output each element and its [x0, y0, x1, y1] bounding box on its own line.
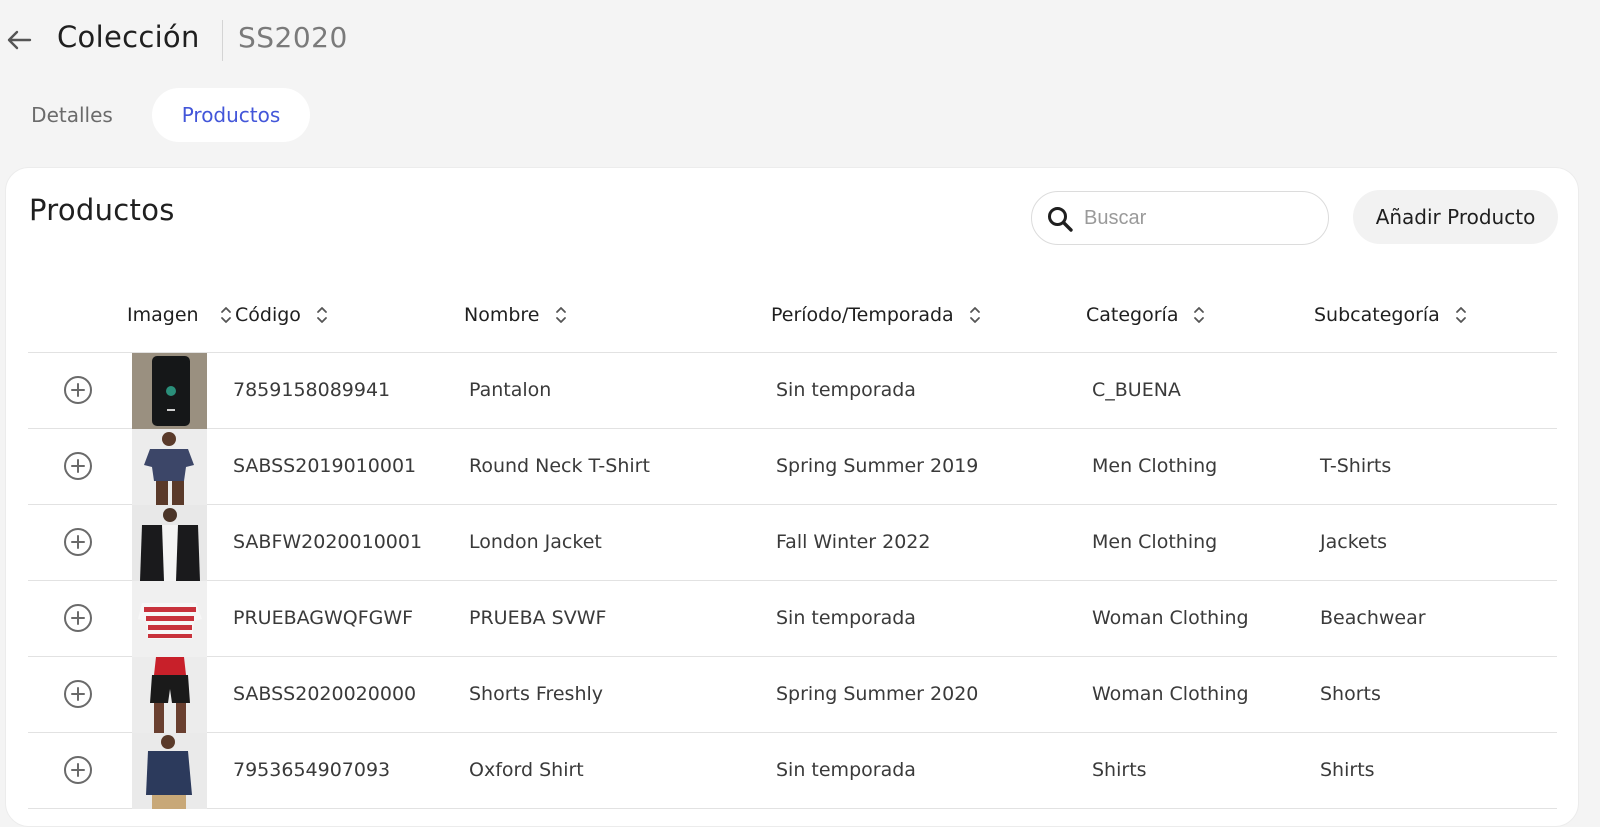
tab-productos[interactable]: Productos: [152, 88, 310, 142]
expand-row-icon[interactable]: [63, 451, 93, 481]
expand-row-icon[interactable]: [63, 755, 93, 785]
cell-code: SABSS2020020000: [233, 683, 417, 705]
sort-icon[interactable]: [315, 304, 329, 326]
sort-icon[interactable]: [1192, 304, 1206, 326]
product-thumbnail[interactable]: [132, 733, 207, 809]
cell-period: Spring Summer 2020: [776, 683, 979, 705]
cell-category: Woman Clothing: [1092, 607, 1249, 629]
products-title: Productos: [29, 193, 175, 227]
back-arrow-icon[interactable]: [4, 25, 34, 55]
search-box[interactable]: [1031, 191, 1329, 245]
cell-name: Round Neck T-Shirt: [469, 455, 650, 477]
expand-row-icon[interactable]: [63, 527, 93, 557]
cell-name: London Jacket: [469, 531, 602, 553]
title-divider: [222, 20, 223, 61]
cell-period: Sin temporada: [776, 759, 916, 781]
cell-name: Oxford Shirt: [469, 759, 584, 781]
cell-category: Men Clothing: [1092, 455, 1218, 477]
cell-category: Men Clothing: [1092, 531, 1218, 553]
cell-subcategory: Jackets: [1320, 531, 1388, 553]
column-header-periodo[interactable]: Período/Temporada: [771, 300, 982, 330]
page-title: Colección: [57, 20, 200, 54]
column-header-categoria[interactable]: Categoría: [1086, 300, 1206, 330]
cell-category: Woman Clothing: [1092, 683, 1249, 705]
search-icon: [1048, 207, 1073, 232]
cell-code: PRUEBAGWQFGWF: [233, 607, 414, 629]
cell-code: 7953654907093: [233, 759, 391, 781]
column-header-label: Subcategoría: [1314, 304, 1440, 326]
column-header-nombre[interactable]: Nombre: [464, 300, 568, 330]
column-header-imagen[interactable]: Imagen: [127, 300, 199, 330]
cell-name: PRUEBA SVWF: [469, 607, 607, 629]
table-row[interactable]: PRUEBAGWQFGWF PRUEBA SVWF Sin temporada …: [28, 581, 1557, 657]
add-product-button[interactable]: Añadir Producto: [1353, 190, 1558, 244]
cell-period: Sin temporada: [776, 607, 916, 629]
cell-code: SABSS2019010001: [233, 455, 417, 477]
cell-name: Pantalon: [469, 379, 552, 401]
cell-subcategory: Beachwear: [1320, 607, 1426, 629]
column-header-codigo[interactable]: Código: [219, 300, 329, 330]
column-header-label: Nombre: [464, 304, 540, 326]
product-thumbnail[interactable]: [132, 429, 207, 505]
expand-row-icon[interactable]: [63, 375, 93, 405]
cell-subcategory: T-Shirts: [1320, 455, 1392, 477]
table-row[interactable]: SABFW2020010001 London Jacket Fall Winte…: [28, 505, 1557, 581]
search-input[interactable]: [1084, 202, 1314, 234]
sort-icon[interactable]: [1454, 304, 1468, 326]
column-header-label: Imagen: [127, 304, 199, 326]
expand-row-icon[interactable]: [63, 679, 93, 709]
cell-category: C_BUENA: [1092, 379, 1181, 401]
column-header-subcategoria[interactable]: Subcategoría: [1314, 300, 1468, 330]
product-thumbnail[interactable]: [132, 353, 207, 429]
sort-icon[interactable]: [219, 304, 233, 326]
column-header-label: Categoría: [1086, 304, 1179, 326]
table-row[interactable]: 7859158089941 Pantalon Sin temporada C_B…: [28, 353, 1557, 429]
table-row[interactable]: SABSS2020020000 Shorts Freshly Spring Su…: [28, 657, 1557, 733]
table-row[interactable]: 7953654907093 Oxford Shirt Sin temporada…: [28, 733, 1557, 809]
column-header-label: Código: [235, 304, 301, 326]
cell-period: Fall Winter 2022: [776, 531, 931, 553]
cell-subcategory: Shorts: [1320, 683, 1381, 705]
cell-code: 7859158089941: [233, 379, 391, 401]
table-row[interactable]: SABSS2019010001 Round Neck T-Shirt Sprin…: [28, 429, 1557, 505]
collection-code: SS2020: [238, 21, 348, 54]
cell-code: SABFW2020010001: [233, 531, 423, 553]
product-thumbnail[interactable]: [132, 581, 207, 657]
products-card: Productos Añadir Producto Imagen Código …: [5, 167, 1579, 827]
tab-detalles[interactable]: Detalles: [8, 88, 136, 142]
expand-row-icon[interactable]: [63, 603, 93, 633]
page-header: Colección SS2020: [0, 0, 1600, 80]
cell-category: Shirts: [1092, 759, 1147, 781]
product-thumbnail[interactable]: [132, 505, 207, 581]
cell-period: Sin temporada: [776, 379, 916, 401]
cell-name: Shorts Freshly: [469, 683, 604, 705]
cell-period: Spring Summer 2019: [776, 455, 979, 477]
product-thumbnail[interactable]: [132, 657, 207, 733]
sort-icon[interactable]: [554, 304, 568, 326]
sort-icon[interactable]: [968, 304, 982, 326]
column-header-label: Período/Temporada: [771, 304, 954, 326]
cell-subcategory: Shirts: [1320, 759, 1375, 781]
